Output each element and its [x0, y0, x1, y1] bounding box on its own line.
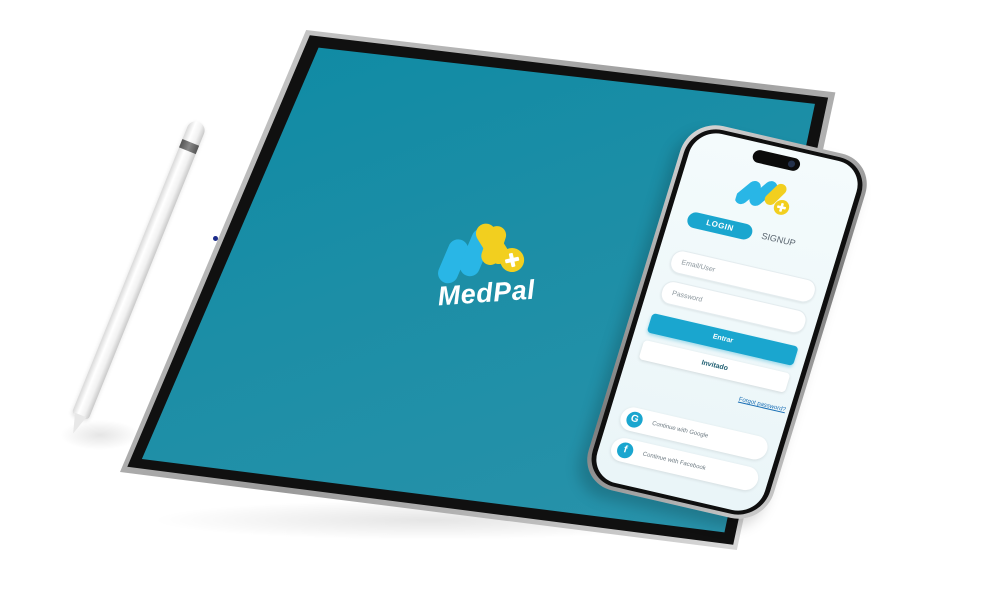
splash-brand: MedPal [411, 213, 558, 332]
tab-signup[interactable]: SIGNUP [760, 229, 798, 250]
medpal-logo-icon [734, 180, 790, 215]
tablet-camera [213, 236, 218, 241]
auth-tabs: LOGIN SIGNUP [685, 210, 827, 260]
google-icon: G [624, 410, 645, 430]
front-camera [787, 159, 796, 169]
facebook-icon: f [615, 440, 636, 460]
facebook-login-label: Continue with Facebook [641, 451, 707, 472]
google-login-label: Continue with Google [651, 420, 709, 440]
tab-login[interactable]: LOGIN [685, 210, 755, 242]
medpal-logo-icon [438, 223, 525, 284]
